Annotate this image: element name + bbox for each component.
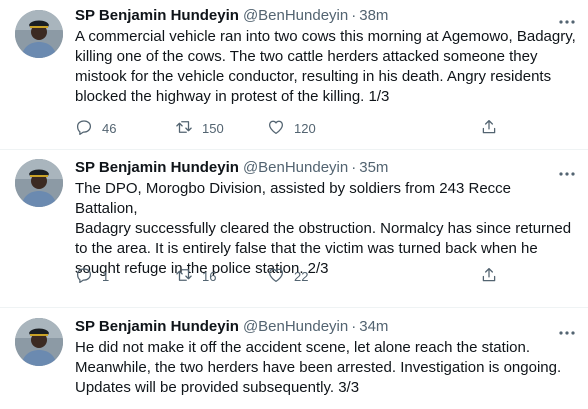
avatar[interactable] [15,318,63,366]
timestamp[interactable]: 35m [359,159,388,176]
timestamp[interactable]: 38m [359,7,388,24]
reply-icon [75,118,93,139]
retweet-count: 16 [202,268,217,284]
tweet-header: SP Benjamin Hundeyin @BenHundeyin · 35m [75,158,548,178]
share-button[interactable] [480,118,498,138]
reply-button[interactable]: 46 [75,118,116,138]
author-name[interactable]: SP Benjamin Hundeyin [75,318,239,335]
tweet[interactable]: SP Benjamin Hundeyin @BenHundeyin · 34m He … [0,308,588,409]
like-icon [267,266,285,287]
tweet-text: The DPO, Morogbo Division, assisted by s… [75,180,572,277]
more-icon[interactable] [558,12,576,24]
like-button[interactable]: 120 [267,118,316,138]
like-button[interactable]: 22 [267,266,308,286]
share-icon [480,266,498,287]
reply-count: 46 [102,120,117,136]
like-count: 120 [294,120,316,136]
more-icon[interactable] [558,323,576,335]
share-button[interactable] [480,266,498,286]
like-icon [267,118,285,139]
timestamp[interactable]: 34m [359,318,388,335]
tweet-text: A commercial vehicle ran into two cows t… [75,28,576,105]
tweet-text: He did not make it off the accident scen… [75,339,562,396]
author-handle[interactable]: @BenHundeyin [243,159,348,176]
separator: · [351,159,357,176]
author-name[interactable]: SP Benjamin Hundeyin [75,159,239,176]
author-handle[interactable]: @BenHundeyin [243,7,348,24]
tweet-actions: 46 150 120 [75,118,515,138]
avatar[interactable] [15,10,63,58]
retweet-button[interactable]: 16 [175,266,216,286]
tweet-header: SP Benjamin Hundeyin @BenHundeyin · 34m [75,317,548,337]
retweet-icon [175,118,193,139]
retweet-button[interactable]: 150 [175,118,224,138]
tweet[interactable]: SP Benjamin Hundeyin @BenHundeyin · 35m The… [0,150,588,308]
separator: · [351,7,357,24]
tweet-actions: 1 16 22 [75,266,515,286]
author-name[interactable]: SP Benjamin Hundeyin [75,7,239,24]
tweet[interactable]: SP Benjamin Hundeyin @BenHundeyin · 38m A c… [0,0,588,150]
share-icon [480,118,498,139]
retweet-count: 150 [202,120,224,136]
reply-icon [75,266,93,287]
reply-button[interactable]: 1 [75,266,109,286]
retweet-icon [175,266,193,287]
avatar[interactable] [15,159,63,207]
like-count: 22 [294,268,309,284]
separator: · [351,318,357,335]
tweet-header: SP Benjamin Hundeyin @BenHundeyin · 38m [75,6,548,26]
reply-count: 1 [102,268,110,284]
author-handle[interactable]: @BenHundeyin [243,318,348,335]
more-icon[interactable] [558,164,576,176]
